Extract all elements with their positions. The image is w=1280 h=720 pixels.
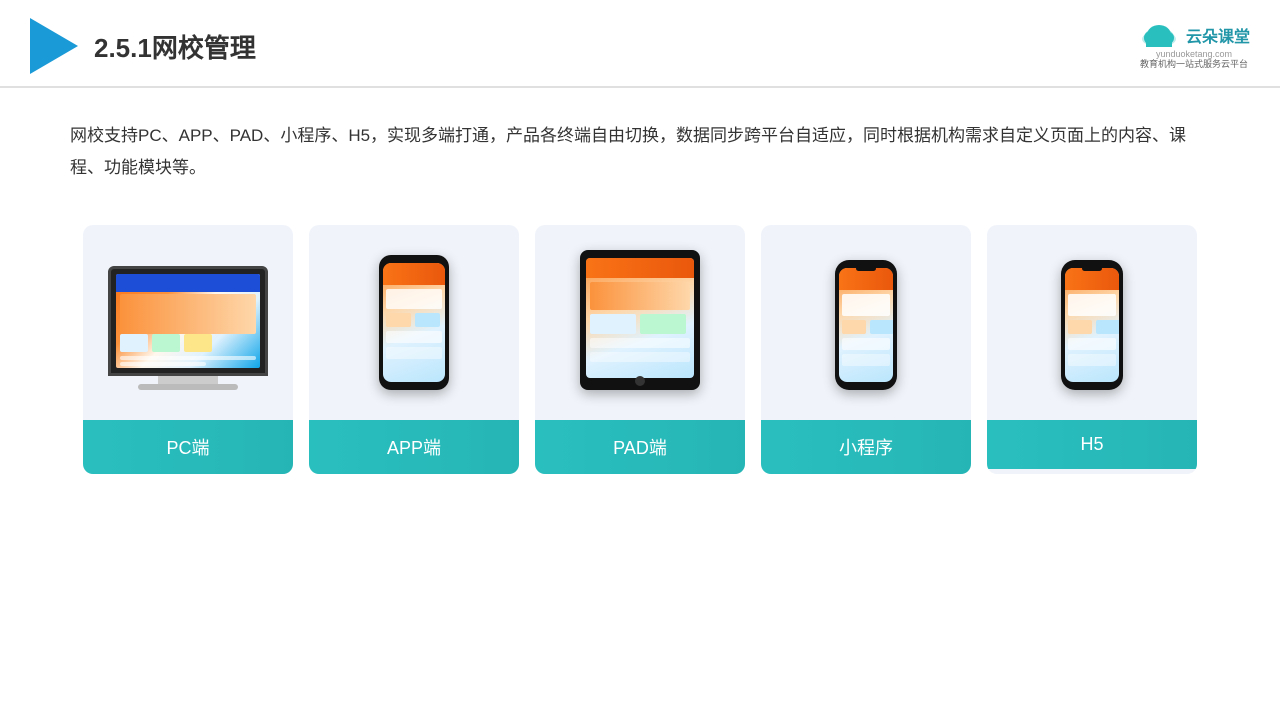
card-label-h5: H5 [987, 420, 1197, 469]
h5-phone-icon [1061, 260, 1123, 390]
pad-tablet-icon [580, 250, 700, 390]
card-h5: H5 [987, 225, 1197, 474]
h5-image-area [997, 245, 1187, 405]
description-text: 网校支持PC、APP、PAD、小程序、H5，实现多端打通，产品各终端自由切换，数… [0, 88, 1280, 205]
card-label-miniprogram: 小程序 [761, 420, 971, 474]
cloud-logo: 云朵课堂 [1138, 21, 1250, 49]
brand-url: yunduoketang.com [1156, 49, 1232, 59]
card-label-pc: PC端 [83, 420, 293, 474]
phone-notch-h5 [1082, 266, 1102, 271]
header-right: 云朵课堂 yunduoketang.com 教育机构一站式服务云平台 [1138, 21, 1250, 71]
page-title: 2.5.1网校管理 [94, 28, 256, 65]
header: 2.5.1网校管理 云朵课堂 yunduoketang.com 教育机构一站式服… [0, 0, 1280, 88]
card-app: APP端 [309, 225, 519, 474]
app-image-area [319, 245, 509, 405]
card-pad: PAD端 [535, 225, 745, 474]
phone-notch [856, 266, 876, 271]
miniprogram-image-area [771, 245, 961, 405]
card-pc: PC端 [83, 225, 293, 474]
logo-triangle-icon [30, 18, 78, 74]
card-label-app: APP端 [309, 420, 519, 474]
pc-image-area [93, 245, 283, 405]
cards-container: PC端 APP端 [0, 205, 1280, 504]
card-miniprogram: 小程序 [761, 225, 971, 474]
miniprogram-phone-icon [835, 260, 897, 390]
brand-tagline: 教育机构一站式服务云平台 [1140, 59, 1248, 71]
brand-name: 云朵课堂 [1186, 23, 1250, 47]
header-left: 2.5.1网校管理 [30, 18, 256, 74]
cloud-icon [1138, 21, 1180, 49]
pc-monitor-icon [108, 266, 268, 390]
card-label-pad: PAD端 [535, 420, 745, 474]
pad-image-area [545, 245, 735, 405]
app-phone-icon [379, 255, 449, 390]
